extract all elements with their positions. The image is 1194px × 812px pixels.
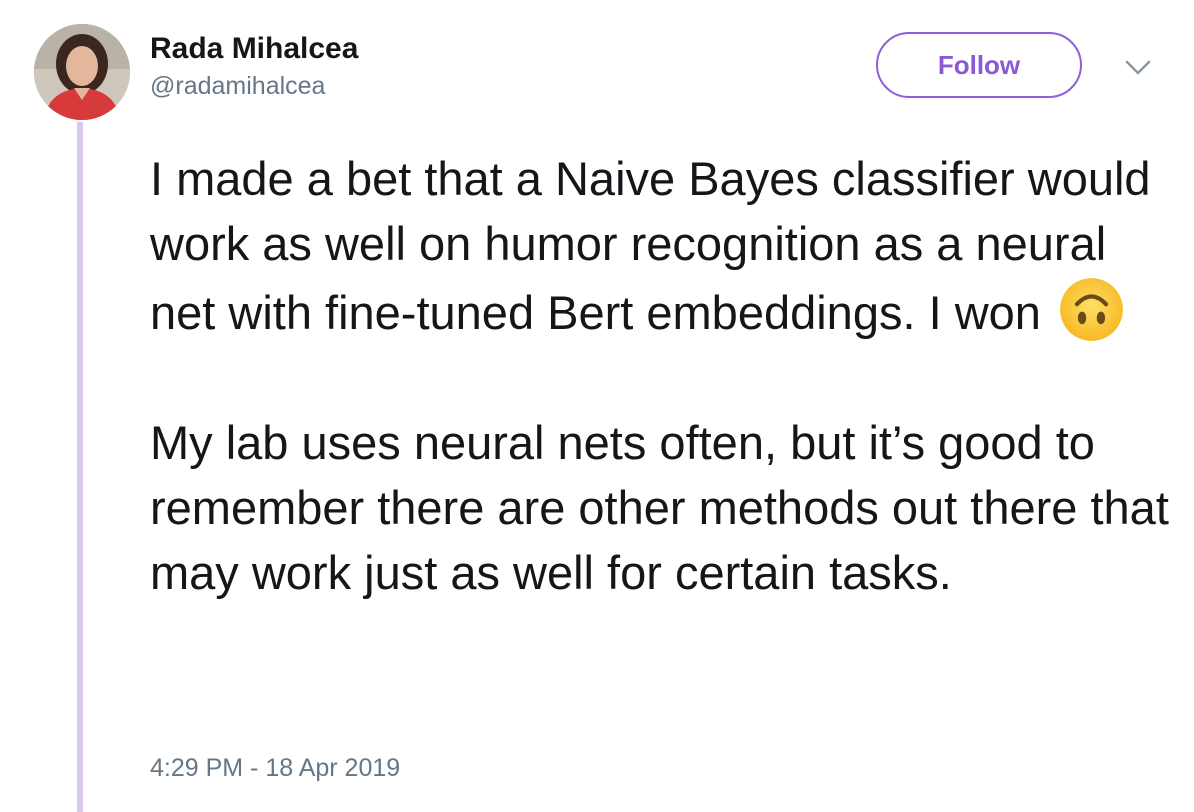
avatar-image [34,24,130,120]
chevron-down-icon[interactable] [1124,58,1152,78]
author-name[interactable]: Rada Mihalcea [150,31,358,67]
thread-line [77,122,83,812]
tweet-timestamp[interactable]: 4:29 PM - 18 Apr 2019 [150,752,400,784]
follow-button[interactable]: Follow [876,32,1082,98]
avatar[interactable] [34,24,130,120]
tweet-paragraph-1-text: I made a bet that a Naive Bayes classifi… [150,152,1151,339]
tweet-paragraph-2: My lab uses neural nets often, but it’s … [150,416,1169,599]
author-handle[interactable]: @radamihalcea [150,71,358,101]
tweet-paragraph-1: I made a bet that a Naive Bayes classifi… [150,146,1170,345]
upside-down-face-icon [1060,278,1123,341]
tweet-text: I made a bet that a Naive Bayes classifi… [150,146,1170,605]
author-block: Rada Mihalcea @radamihalcea [150,31,358,101]
